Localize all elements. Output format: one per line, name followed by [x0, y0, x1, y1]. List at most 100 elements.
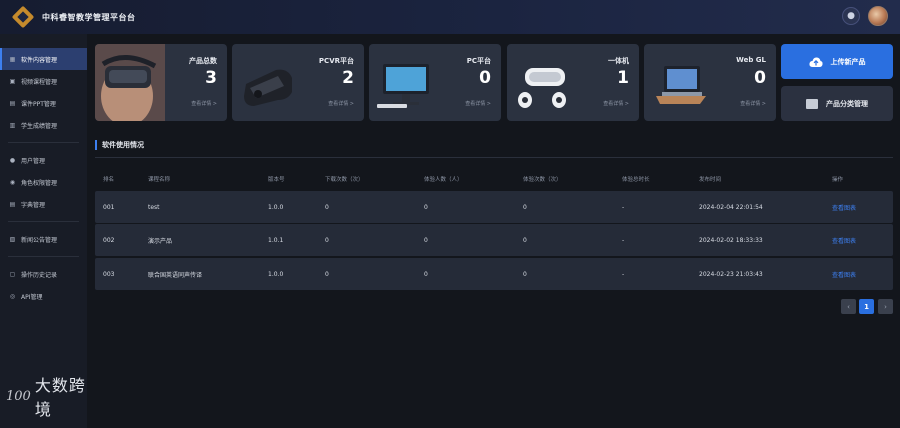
card-count: 1 — [617, 68, 629, 88]
cell-downloads: 0 — [325, 236, 329, 244]
sidebar-divider — [8, 256, 79, 257]
vr-headset-person-image — [95, 44, 165, 121]
top-bar: 中科睿智教学管理平台台 ● — [0, 0, 900, 34]
upload-product-button[interactable]: 上传新产品 — [781, 44, 893, 79]
sidebar-item-roles[interactable]: ◉ 角色权限管理 — [0, 171, 87, 193]
header-release-time: 发布时间 — [699, 177, 722, 183]
card-title: 产品总数 — [189, 57, 217, 65]
cell-version: 1.0.0 — [268, 203, 284, 211]
score-icon: ▥ — [9, 121, 16, 129]
sidebar-item-label: 新闻公告管理 — [21, 236, 58, 244]
section-title: 软件使用情况 — [95, 140, 144, 150]
cell-release-time: 2024-02-04 22:01:54 — [699, 203, 763, 211]
cell-users: 0 — [424, 270, 428, 278]
sidebar-item-news[interactable]: ▧ 新闻公告管理 — [0, 228, 87, 250]
sidebar-item-label: 学生成绩管理 — [21, 122, 58, 130]
watermark-logo: 100 — [6, 388, 31, 404]
card-all-in-one[interactable]: 一体机 1 查看详情 > — [507, 44, 639, 121]
card-count: 3 — [205, 68, 217, 88]
cell-rank: 001 — [103, 203, 115, 211]
card-details-link[interactable]: 查看详情 > — [328, 100, 354, 107]
role-icon: ◉ — [9, 178, 16, 186]
sidebar-item-users[interactable]: ● 用户管理 — [0, 149, 87, 171]
card-pc[interactable]: PC平台 0 查看详情 > — [369, 44, 501, 121]
card-details-link[interactable]: 查看详情 > — [740, 100, 766, 107]
cell-release-time: 2024-02-23 21:03:43 — [699, 270, 763, 278]
sidebar-item-label: 角色权限管理 — [21, 179, 58, 187]
cell-duration: - — [622, 203, 625, 211]
doc-icon: ▤ — [9, 99, 16, 107]
app-logo — [11, 5, 35, 29]
view-chart-link[interactable]: 查看图表 — [832, 191, 856, 223]
pagination-prev-button[interactable]: ‹ — [841, 299, 856, 314]
cell-course-name: 联合国英语同声传译 — [148, 271, 203, 279]
category-management-button[interactable]: 产品分类管理 — [781, 86, 893, 121]
sidebar-item-label: 视频课程管理 — [21, 78, 58, 86]
cell-duration: - — [622, 270, 625, 278]
standalone-vr-headset-icon — [518, 68, 566, 108]
dict-icon: ▤ — [9, 200, 16, 208]
history-icon: ▢ — [9, 270, 16, 278]
notification-bell-icon[interactable]: ● — [842, 7, 860, 25]
header-downloads: 下载次数（次） — [325, 177, 364, 183]
folder-gear-icon — [806, 98, 818, 109]
cell-users: 0 — [424, 203, 428, 211]
header-course-name: 课程名称 — [148, 177, 171, 183]
header-sessions: 体验次数（次） — [523, 177, 562, 183]
card-pcvr[interactable]: PCVR平台 2 查看详情 > — [232, 44, 364, 121]
card-total-products[interactable]: 产品总数 3 查看详情 > — [95, 44, 227, 121]
card-details-link[interactable]: 查看详情 > — [465, 100, 491, 107]
cell-version: 1.0.1 — [268, 236, 284, 244]
card-details-link[interactable]: 查看详情 > — [603, 100, 629, 107]
table-header: 排名 课程名称 版本号 下载次数（次） 体验人数（人） 体验次数（次） 体验总时… — [95, 171, 893, 187]
grid-icon: ▦ — [9, 55, 16, 63]
cell-rank: 003 — [103, 270, 115, 278]
cell-downloads: 0 — [325, 270, 329, 278]
table-row: 002 演示产品 1.0.1 0 0 0 - 2024-02-02 18:33:… — [95, 224, 893, 256]
cell-course-name: test — [148, 203, 160, 211]
sidebar-item-student-scores[interactable]: ▥ 学生成绩管理 — [0, 114, 87, 136]
table-row: 001 test 1.0.0 0 0 0 - 2024-02-04 22:01:… — [95, 191, 893, 223]
card-webgl[interactable]: Web GL 0 查看详情 > — [644, 44, 776, 121]
news-icon: ▧ — [9, 235, 16, 243]
sidebar-item-label: 软件内容管理 — [21, 56, 58, 64]
cloud-upload-icon — [808, 56, 823, 67]
card-count: 0 — [479, 68, 491, 88]
sidebar-item-history[interactable]: ▢ 操作历史记录 — [0, 263, 87, 285]
video-icon: ▣ — [9, 77, 16, 85]
cell-release-time: 2024-02-02 18:33:33 — [699, 236, 763, 244]
cell-downloads: 0 — [325, 203, 329, 211]
api-icon: ◎ — [9, 292, 16, 300]
pagination-next-button[interactable]: › — [878, 299, 893, 314]
header-version: 版本号 — [268, 177, 285, 183]
view-chart-link[interactable]: 查看图表 — [832, 258, 856, 290]
card-title: 一体机 — [608, 57, 629, 65]
table-row: 003 联合国英语同声传译 1.0.0 0 0 0 - 2024-02-23 2… — [95, 258, 893, 290]
sidebar-item-label: 操作历史记录 — [21, 271, 58, 279]
section-divider — [95, 157, 893, 158]
sidebar-item-dictionary[interactable]: ▤ 字典管理 — [0, 193, 87, 215]
header-duration: 体验总时长 — [622, 177, 650, 183]
sidebar-item-ppt[interactable]: ▤ 课件PPT管理 — [0, 92, 87, 114]
cell-duration: - — [622, 236, 625, 244]
sidebar-item-label: 用户管理 — [21, 157, 46, 165]
card-count: 0 — [754, 68, 766, 88]
cell-sessions: 0 — [523, 270, 527, 278]
sidebar-item-video-courses[interactable]: ▣ 视频课程管理 — [0, 70, 87, 92]
sidebar-divider — [8, 221, 79, 222]
cell-users: 0 — [424, 236, 428, 244]
view-chart-link[interactable]: 查看图表 — [832, 224, 856, 256]
sidebar-item-software-content[interactable]: ▦ 软件内容管理 — [0, 48, 87, 70]
pagination-page-button[interactable]: 1 — [859, 299, 874, 314]
category-button-label: 产品分类管理 — [826, 99, 868, 108]
sidebar-item-api[interactable]: ◎ API管理 — [0, 285, 87, 307]
cell-sessions: 0 — [523, 203, 527, 211]
watermark-text: 大数跨境 — [34, 376, 86, 419]
user-icon: ● — [9, 156, 16, 164]
cell-version: 1.0.0 — [268, 270, 284, 278]
vr-headset-icon — [244, 69, 292, 106]
user-avatar[interactable] — [868, 6, 888, 26]
watermark: 100 大数跨境 — [6, 372, 87, 420]
card-details-link[interactable]: 查看详情 > — [191, 100, 217, 107]
card-title: PC平台 — [466, 57, 491, 65]
